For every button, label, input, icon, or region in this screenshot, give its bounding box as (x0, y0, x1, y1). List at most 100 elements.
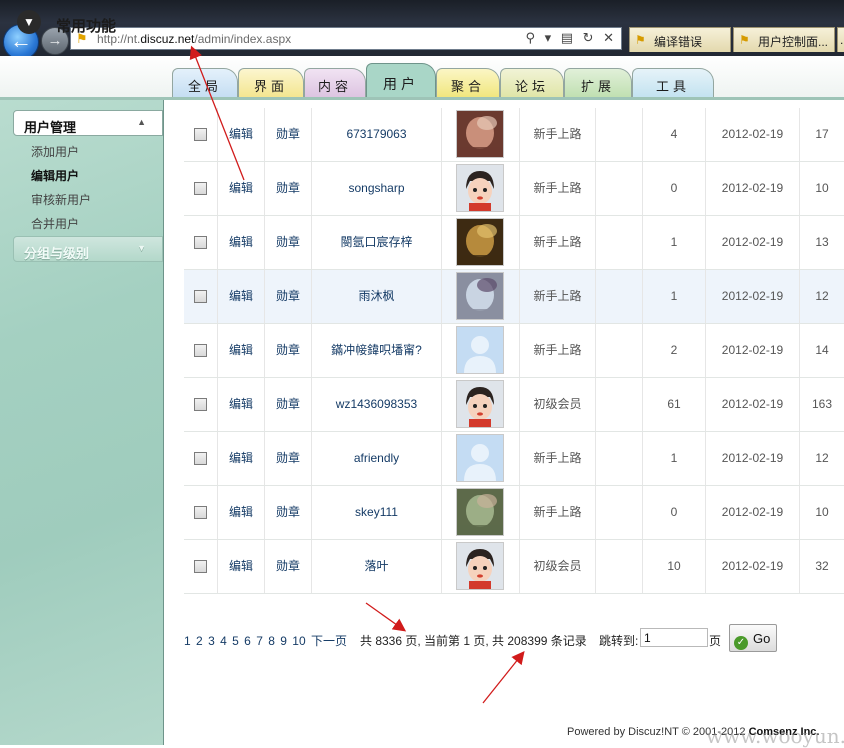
avatar (456, 218, 504, 266)
table-row[interactable]: 编辑 勋章 skey111 新手上路 0 2012-02-19 10 (184, 486, 844, 540)
posts-cell: 0 (643, 486, 706, 539)
page-link[interactable]: 8 (268, 634, 275, 648)
chevron-down-circle-icon[interactable]: ▼ (17, 10, 41, 34)
table-row[interactable]: 编辑 勋章 673179063 新手上路 4 2012-02-19 17 (184, 108, 844, 162)
user-group-cell: 初级会员 (520, 378, 596, 431)
tab-content[interactable]: 内容 (304, 68, 366, 98)
tab-aggregate[interactable]: 聚合 (436, 68, 500, 98)
edit-link[interactable]: 编辑 (229, 127, 253, 141)
edit-link[interactable]: 编辑 (229, 181, 253, 195)
user-group-cell: 新手上路 (520, 486, 596, 539)
address-bar[interactable]: ⚑ http://nt.discuz.net/admin/index.aspx … (70, 27, 622, 50)
jump-page-input[interactable] (640, 628, 708, 647)
edit-link[interactable]: 编辑 (229, 505, 253, 519)
browser-tab-user-cp[interactable]: ⚑ 用户控制面... (733, 27, 835, 52)
row-checkbox[interactable] (194, 290, 207, 304)
page-link[interactable]: 1 (184, 634, 191, 648)
edit-link[interactable]: 编辑 (229, 343, 253, 357)
empty-cell (596, 216, 643, 269)
sidebar-section-user-management[interactable]: 用户管理 ▲ (13, 110, 163, 136)
medal-link[interactable]: 勋章 (276, 181, 300, 195)
username-link[interactable]: 落叶 (364, 559, 388, 573)
page-link[interactable]: 3 (208, 634, 215, 648)
medal-link[interactable]: 勋章 (276, 235, 300, 249)
medal-link[interactable]: 勋章 (276, 451, 300, 465)
username-link[interactable]: wz1436098353 (336, 397, 417, 411)
medal-link[interactable]: 勋章 (276, 559, 300, 573)
username-link[interactable]: 673179063 (346, 127, 406, 141)
sidebar-item-review-users[interactable]: 审核新用户 (31, 191, 91, 208)
page-link[interactable]: 5 (232, 634, 239, 648)
username-link[interactable]: skey111 (355, 505, 398, 519)
edit-link[interactable]: 编辑 (229, 397, 253, 411)
tab-tools[interactable]: 工具 (632, 68, 714, 98)
row-checkbox[interactable] (194, 452, 207, 466)
medal-cell: 勋章 (265, 432, 312, 485)
avatar-cell (442, 540, 520, 593)
username-link[interactable]: 雨沐枫 (358, 289, 394, 303)
edit-link[interactable]: 编辑 (229, 235, 253, 249)
edit-link[interactable]: 编辑 (229, 289, 253, 303)
quick-functions-label[interactable]: 常用功能 (56, 15, 116, 36)
sidebar-item-edit-user[interactable]: 编辑用户 (31, 167, 79, 184)
username-cell: 閿氬口宸存梓 (312, 216, 442, 269)
page-link[interactable]: 10 (292, 634, 305, 648)
tab-global[interactable]: 全局 (172, 68, 238, 98)
edit-cell: 编辑 (218, 540, 265, 593)
tab-interface[interactable]: 界面 (238, 68, 304, 98)
avatar-cell (442, 270, 520, 323)
address-url[interactable]: http://nt.discuz.net/admin/index.aspx (97, 32, 291, 46)
join-date-cell: 2012-02-19 (706, 432, 800, 485)
go-button[interactable]: ✓ Go (729, 624, 777, 652)
row-checkbox[interactable] (194, 344, 207, 358)
medal-link[interactable]: 勋章 (276, 505, 300, 519)
browser-tab-compile-error[interactable]: ⚑ 编译错误 (629, 27, 731, 52)
table-row[interactable]: 编辑 勋章 songsharp 新手上路 0 2012-02-19 10 (184, 162, 844, 216)
credits-cell: 163 (811, 397, 833, 411)
medal-link[interactable]: 勋章 (276, 397, 300, 411)
empty-cell (596, 378, 643, 431)
username-link[interactable]: 鏋冲帹鍏呮墦甯? (331, 343, 422, 357)
table-row[interactable]: 编辑 勋章 鏋冲帹鍏呮墦甯? 新手上路 2 2012-02-19 14 (184, 324, 844, 378)
row-select-cell (184, 378, 218, 431)
credits-cell: 10 (815, 181, 829, 195)
username-link[interactable]: afriendly (354, 451, 399, 465)
join-date-cell: 2012-02-19 (706, 270, 800, 323)
medal-link[interactable]: 勋章 (276, 289, 300, 303)
username-link[interactable]: songsharp (348, 181, 404, 195)
row-checkbox[interactable] (194, 506, 207, 520)
table-row[interactable]: 编辑 勋章 afriendly 新手上路 1 2012-02-19 12 (184, 432, 844, 486)
username-link[interactable]: 閿氬口宸存梓 (340, 235, 412, 249)
edit-link[interactable]: 编辑 (229, 451, 253, 465)
browser-tab-overflow[interactable]: ... (837, 27, 844, 52)
row-checkbox[interactable] (194, 560, 207, 574)
edit-cell: 编辑 (218, 162, 265, 215)
page-link[interactable]: 6 (244, 634, 251, 648)
tab-extend[interactable]: 扩展 (564, 68, 632, 98)
row-checkbox[interactable] (194, 236, 207, 250)
medal-link[interactable]: 勋章 (276, 127, 300, 141)
address-controls[interactable]: ⚲ ▾ ▤ ↻ ✕ (525, 30, 617, 46)
tab-forum[interactable]: 论坛 (500, 68, 564, 98)
table-row[interactable]: 编辑 勋章 雨沐枫 新手上路 1 2012-02-19 12 (184, 270, 844, 324)
username-cell: 鏋冲帹鍏呮墦甯? (312, 324, 442, 377)
page-link[interactable]: 9 (280, 634, 287, 648)
row-checkbox[interactable] (194, 128, 207, 142)
join-date-cell: 2012-02-19 (706, 162, 800, 215)
sidebar-item-merge-users[interactable]: 合并用户 (31, 215, 79, 232)
edit-link[interactable]: 编辑 (229, 559, 253, 573)
sidebar-section-groups-levels[interactable]: 分组与级别 ▼ (13, 236, 163, 262)
sidebar-item-add-user[interactable]: 添加用户 (31, 143, 79, 160)
page-link[interactable]: 7 (256, 634, 263, 648)
table-row[interactable]: 编辑 勋章 落叶 初级会员 10 2012-02-19 32 (184, 540, 844, 594)
tab-users[interactable]: 用户 (366, 63, 436, 99)
username-cell: skey111 (312, 486, 442, 539)
row-checkbox[interactable] (194, 182, 207, 196)
page-link[interactable]: 4 (220, 634, 227, 648)
table-row[interactable]: 编辑 勋章 wz1436098353 初级会员 61 2012-02-19 163 (184, 378, 844, 432)
medal-link[interactable]: 勋章 (276, 343, 300, 357)
table-row[interactable]: 编辑 勋章 閿氬口宸存梓 新手上路 1 2012-02-19 13 (184, 216, 844, 270)
next-page-link[interactable]: 下一页 (311, 634, 347, 648)
page-link[interactable]: 2 (196, 634, 203, 648)
row-checkbox[interactable] (194, 398, 207, 412)
